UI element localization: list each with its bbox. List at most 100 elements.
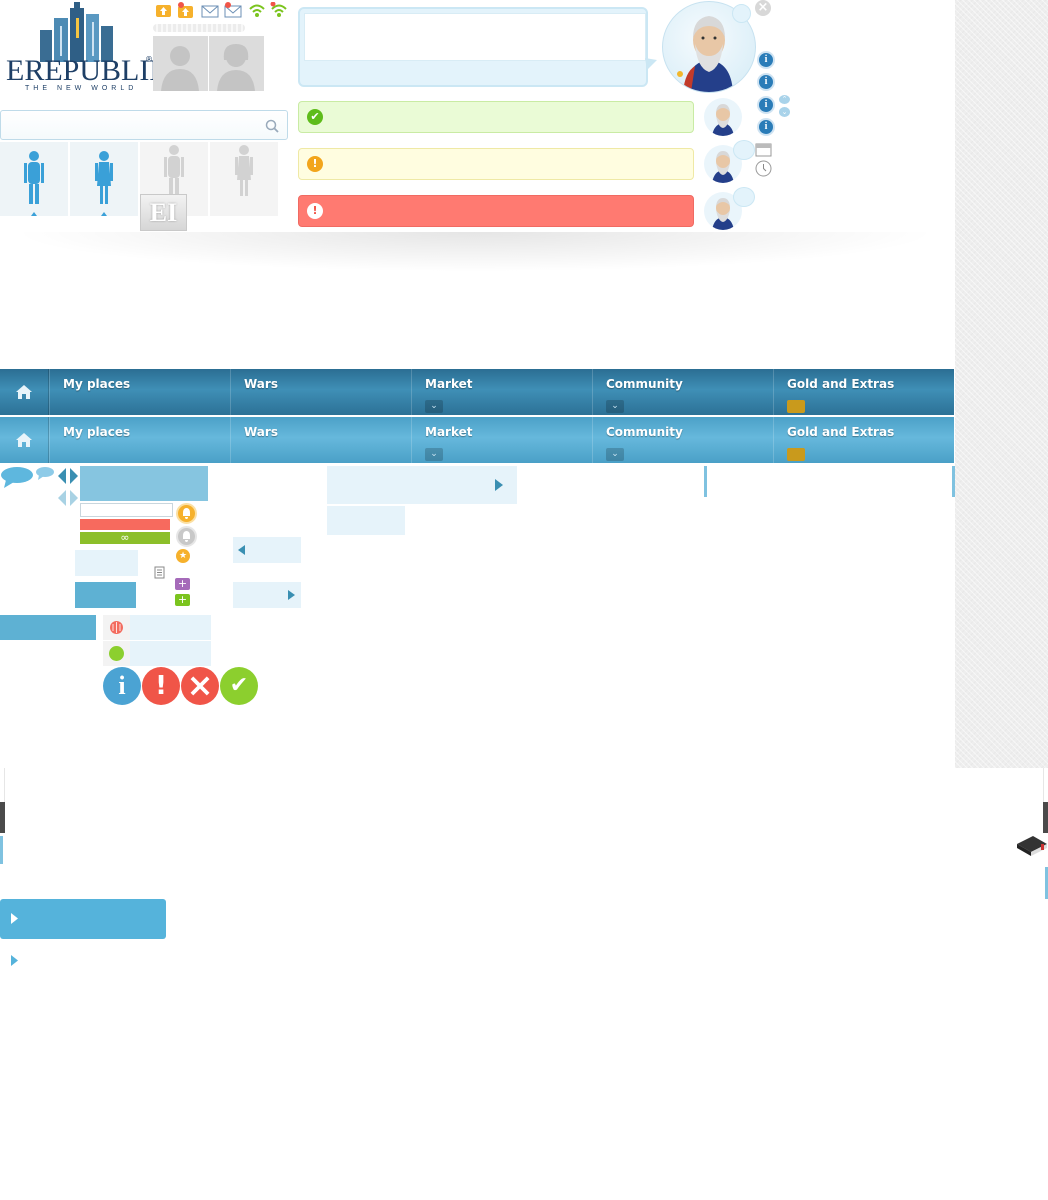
chevron-down-icon[interactable]: ⌄ xyxy=(606,448,624,461)
notification-bell-disabled-icon[interactable] xyxy=(176,526,197,547)
nav-home-button[interactable] xyxy=(0,417,49,463)
female-body-active[interactable] xyxy=(70,142,138,216)
next-button[interactable] xyxy=(233,582,301,608)
nav-market[interactable]: Market ⌄ xyxy=(411,417,591,463)
side-tab xyxy=(707,466,955,497)
experience-bar xyxy=(153,24,245,32)
arrows-left-right-light-icon[interactable] xyxy=(56,488,80,508)
status-cell xyxy=(103,641,130,666)
error-message-bar: ! xyxy=(298,195,694,227)
mail-star-icon[interactable] xyxy=(224,2,242,18)
document-icon[interactable] xyxy=(154,566,165,579)
nav-community[interactable]: Community ⌄ xyxy=(592,369,772,415)
nav-wars[interactable]: Wars xyxy=(230,369,410,415)
nav-label: Market xyxy=(425,377,473,391)
level-up-icon[interactable] xyxy=(155,2,173,18)
edge-marker xyxy=(1043,802,1048,833)
info-icon[interactable]: i xyxy=(757,51,775,69)
speech-bubble-large xyxy=(298,7,648,87)
chevron-down-icon[interactable]: ⌄ xyxy=(779,107,790,117)
nav-market[interactable]: Market ⌄ xyxy=(411,369,591,415)
add-comment-icon[interactable]: + xyxy=(175,578,190,590)
success-check-icon: ✔ xyxy=(307,109,323,125)
nav-label: Gold and Extras xyxy=(787,425,895,439)
nav-community[interactable]: Community ⌄ xyxy=(592,417,772,463)
status-red-dot-icon xyxy=(110,621,123,634)
thought-bubble xyxy=(733,140,755,160)
light-block xyxy=(75,550,138,576)
city-skyline-icon xyxy=(40,2,113,62)
logo-tagline: THE NEW WORLD xyxy=(25,85,138,92)
ei-badge[interactable]: EI xyxy=(140,194,187,231)
chevron-down-icon[interactable]: ⌄ xyxy=(425,448,443,461)
close-icon[interactable]: × xyxy=(181,667,219,705)
expand-panel[interactable] xyxy=(327,466,517,504)
info-icon[interactable]: i xyxy=(757,96,775,114)
info-icon[interactable]: i xyxy=(757,118,775,136)
search-box[interactable] xyxy=(0,110,288,140)
nav-gold-and-extras[interactable]: Gold and Extras xyxy=(773,417,953,463)
arrow-left-icon xyxy=(238,545,245,555)
wifi-icon[interactable] xyxy=(248,2,266,18)
expand-button[interactable] xyxy=(0,899,166,939)
light-block xyxy=(327,506,405,535)
nav-my-places[interactable]: My places xyxy=(49,417,229,463)
home-icon xyxy=(16,433,32,447)
success-message-bar: ✔ xyxy=(298,101,694,133)
mail-icon[interactable] xyxy=(201,2,219,18)
arrow-right-icon[interactable] xyxy=(11,955,19,966)
main-nav-dark: My places Wars Market ⌄ Community ⌄ Gold a… xyxy=(0,369,954,415)
nav-label: Gold and Extras xyxy=(787,377,895,391)
gold-bars-icon xyxy=(787,400,805,413)
nav-label: Wars xyxy=(244,425,278,439)
right-texture-panel xyxy=(955,0,1048,768)
warning-icon: ! xyxy=(307,156,323,172)
search-icon[interactable] xyxy=(265,118,279,137)
female-body-inactive[interactable] xyxy=(210,142,278,216)
alert-icon[interactable]: ! xyxy=(142,667,180,705)
chat-bubble-small-icon[interactable] xyxy=(35,466,55,482)
highlight-block xyxy=(80,466,208,501)
thought-bubble xyxy=(733,187,755,207)
wifi-star-icon[interactable] xyxy=(270,1,288,18)
light-block xyxy=(130,641,211,666)
level-up-star-icon[interactable] xyxy=(177,2,195,18)
star-badge-icon: ★ xyxy=(176,549,190,563)
chevron-down-icon[interactable]: ⌄ xyxy=(425,400,443,413)
header-shadow xyxy=(10,232,940,272)
close-icon[interactable]: × xyxy=(755,0,771,16)
main-nav-light: My places Wars Market ⌄ Community ⌄ Gold a… xyxy=(0,417,954,463)
male-avatar-placeholder[interactable] xyxy=(153,36,208,91)
info-icon[interactable]: i xyxy=(103,667,141,705)
erepublik-logo[interactable]: EREPUBLIK ® THE NEW WORLD xyxy=(0,0,171,100)
thought-bubble xyxy=(732,4,751,23)
green-progress-bar: ∞ xyxy=(80,532,170,544)
chat-bubble-icon[interactable] xyxy=(0,466,34,490)
notification-bell-icon[interactable] xyxy=(176,503,197,524)
nav-label: My places xyxy=(63,377,131,391)
info-icon[interactable]: i xyxy=(757,73,775,91)
warning-message-bar: ! xyxy=(298,148,694,180)
nav-gold-and-extras[interactable]: Gold and Extras xyxy=(773,369,953,415)
nav-home-button[interactable] xyxy=(0,369,49,415)
empty-progress-bar xyxy=(80,503,173,517)
search-input[interactable] xyxy=(7,115,261,137)
edge-marker xyxy=(0,836,3,864)
edge-marker xyxy=(0,802,5,833)
nav-label: Market xyxy=(425,425,473,439)
status-green-dot-icon xyxy=(109,646,124,661)
arrows-left-right-icon[interactable] xyxy=(56,466,80,486)
chevron-down-icon[interactable]: ⌄ xyxy=(606,400,624,413)
nav-label: Community xyxy=(606,425,683,439)
book-icon[interactable] xyxy=(1015,832,1048,858)
arrow-right-icon xyxy=(288,590,295,600)
female-avatar-placeholder[interactable] xyxy=(209,36,264,91)
gold-bars-icon xyxy=(787,448,805,461)
check-icon[interactable]: ✔ xyxy=(220,667,258,705)
nav-my-places[interactable]: My places xyxy=(49,369,229,415)
chevron-up-icon[interactable]: ⌃ xyxy=(779,95,790,104)
nav-wars[interactable]: Wars xyxy=(230,417,410,463)
add-comment-green-icon[interactable]: + xyxy=(175,594,190,606)
previous-button[interactable] xyxy=(233,537,301,563)
male-body-active[interactable] xyxy=(0,142,68,216)
